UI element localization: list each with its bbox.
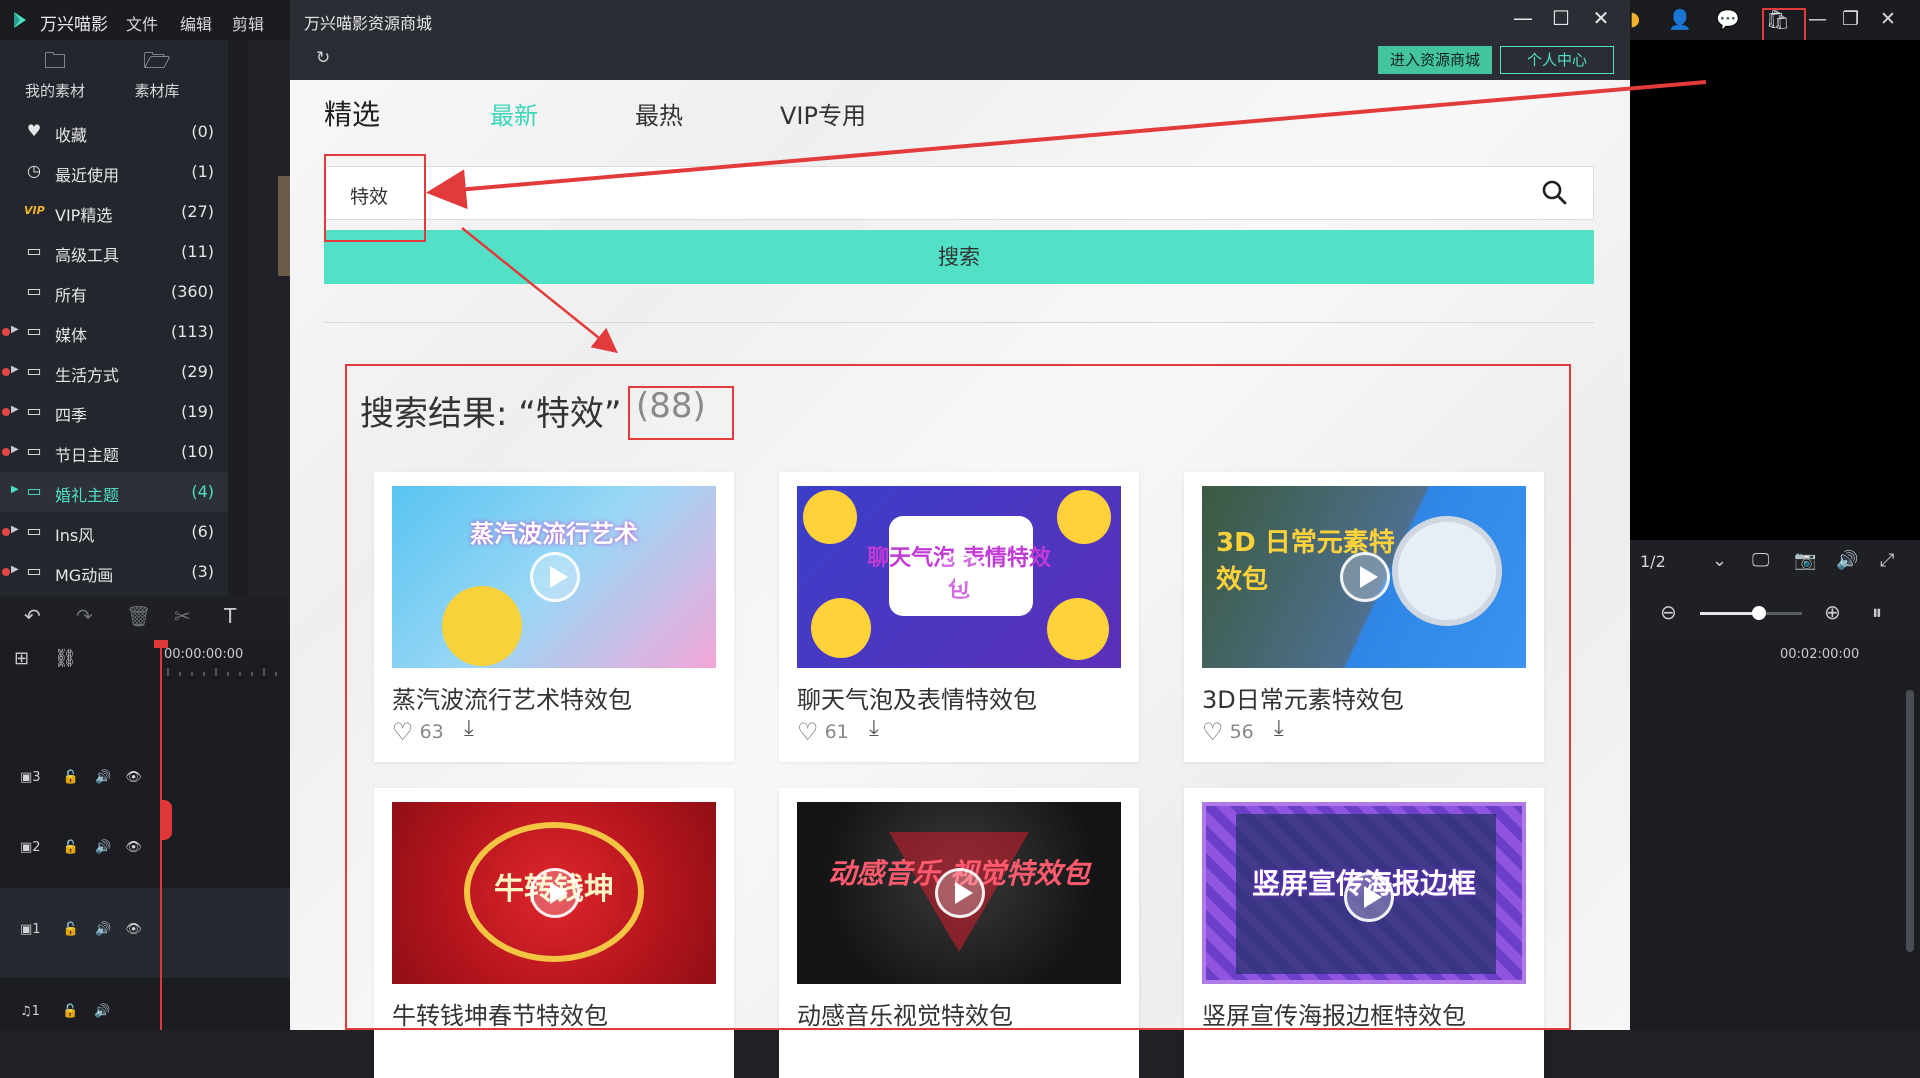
annotation-arrows [426, 80, 1707, 354]
